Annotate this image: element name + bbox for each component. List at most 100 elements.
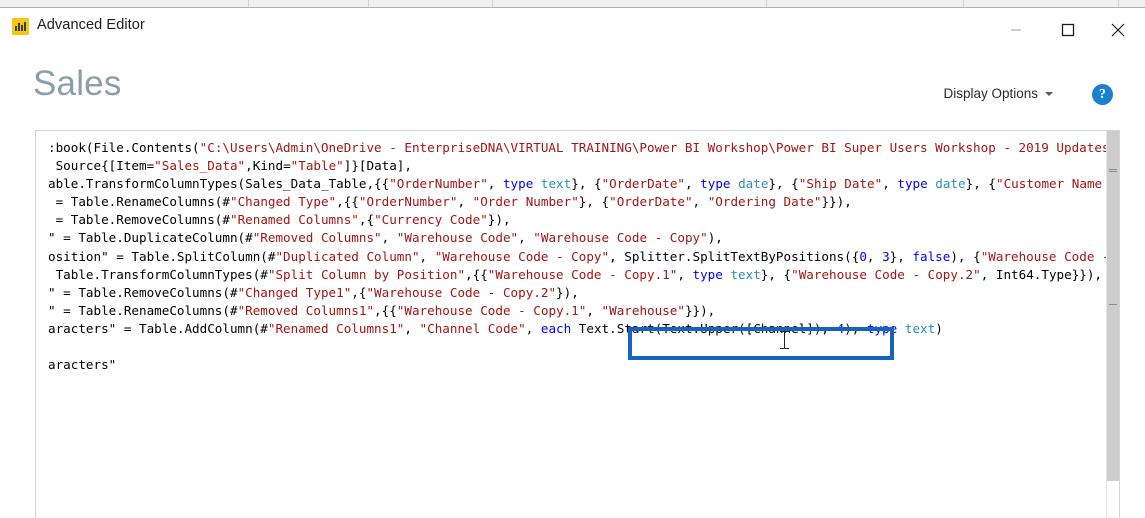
window-title: Advanced Editor (37, 17, 145, 33)
code-token: "Warehouse Code - Copy.1" (487, 266, 678, 282)
code-token: "OrderDate" (601, 176, 685, 192)
code-token: }), (487, 212, 511, 228)
code-token: each (540, 320, 572, 336)
code-token: aracters" = Table.AddColumn(# (48, 320, 268, 336)
code-token: = Table.RenameColumns(# (48, 194, 230, 210)
code-token: "OrderNumber" (389, 176, 488, 192)
code-line: Source{[Item="Sales_Data",Kind="Table"]}… (48, 157, 1108, 175)
code-token: text (904, 320, 936, 336)
code-token: date (738, 176, 769, 192)
maximize-icon (1061, 23, 1075, 37)
code-token: type (866, 320, 898, 336)
code-line: able.TransformColumnTypes(Sales_Data_Tab… (48, 175, 1108, 193)
code-token: ), { (950, 248, 981, 264)
close-button[interactable] (1095, 16, 1141, 44)
code-token: }, { (578, 194, 610, 210)
code-editor[interactable]: :book(File.Contents("C:\Users\Admin\OneD… (35, 130, 1120, 518)
m-query-code[interactable]: :book(File.Contents("C:\Users\Admin\OneD… (48, 139, 1108, 374)
minimize-icon (1011, 29, 1021, 31)
code-token: , (525, 320, 541, 336)
code-token: "Ship Date" (798, 176, 883, 192)
code-token: , (381, 230, 397, 246)
code-token: " = Table.DuplicateColumn(# (48, 230, 253, 246)
code-token: ,Kind= (245, 158, 291, 174)
code-line: Table.TransformColumnTypes(#"Split Colum… (48, 266, 1108, 284)
code-token: = Table.RemoveColumns(# (48, 212, 230, 228)
code-line: osition" = Table.SplitColumn(#"Duplicate… (48, 248, 1108, 266)
code-token: , (866, 248, 883, 264)
code-token: }, { (571, 176, 602, 192)
code-token: "Removed Columns1" (237, 302, 375, 318)
code-token: text (730, 266, 761, 282)
code-token: , (518, 230, 534, 246)
code-line: aracters" (48, 356, 1108, 374)
code-token: Text.Start(Text.Upper([Channel]), (571, 320, 837, 336)
code-token: osition" = Table.SplitColumn(# (48, 248, 276, 264)
code-token: ,{ (358, 212, 375, 228)
code-token: ) (935, 320, 943, 336)
code-token: }), (556, 284, 579, 300)
code-token: "Warehouse Code" (396, 230, 519, 246)
display-options-dropdown[interactable]: Display Options (943, 86, 1053, 101)
code-token: , Splitter.SplitTextByPositions({ (609, 248, 860, 264)
code-token: "Table" (290, 158, 344, 174)
code-token: ,{ (351, 284, 367, 300)
code-token: "OrderNumber" (358, 194, 458, 210)
code-token: "OrderDate" (609, 194, 693, 210)
code-line: = Table.RenameColumns(#"Changed Type",{{… (48, 193, 1108, 211)
minimize-button[interactable] (993, 16, 1039, 44)
close-icon (1111, 23, 1125, 37)
code-token: "Warehouse Code - Copy.1" (396, 302, 587, 318)
code-token: 3 (882, 248, 890, 264)
code-token: 0 (859, 248, 867, 264)
code-token: "Currency Code" (374, 212, 488, 228)
background-window-strip (0, 0, 1145, 8)
code-token: }, { (965, 176, 996, 192)
code-token: "Split Column by Position" (267, 266, 466, 282)
code-token: }, { (760, 266, 792, 282)
code-token: "Warehouse Code - Copy" (434, 248, 610, 264)
display-options-label: Display Options (943, 86, 1038, 101)
code-token: type (692, 266, 723, 282)
code-token: , (487, 176, 503, 192)
code-token: }, (889, 248, 913, 264)
code-token: "Warehouse Code - Copy.2" (791, 266, 981, 282)
code-token: "Renamed Columns1" (267, 320, 405, 336)
code-token: }}), (684, 302, 716, 318)
code-token: ,{{ (336, 194, 359, 210)
code-token: , (882, 176, 898, 192)
code-token: ]}[Data], (343, 158, 412, 174)
code-token: "Warehouse Code - (980, 248, 1108, 264)
code-line: = Table.RemoveColumns(#"Renamed Columns"… (48, 211, 1108, 229)
code-token: , (586, 302, 602, 318)
scrollbar-thumb[interactable] (1107, 131, 1119, 481)
code-token: type (502, 176, 534, 192)
code-token: " = Table.RenameColumns(# (48, 302, 238, 318)
code-token: :book(File.Contents( (48, 140, 200, 155)
code-token: , (404, 320, 420, 336)
code-scroll-surface[interactable]: :book(File.Contents("C:\Users\Admin\OneD… (36, 131, 1108, 518)
code-token: false (912, 248, 951, 264)
code-token: , Int64.Type}}), (980, 266, 1103, 282)
code-line: aracters" = Table.AddColumn(#"Renamed Co… (48, 320, 1108, 338)
code-line: :book(File.Contents("C:\Users\Admin\OneD… (48, 139, 1108, 157)
help-icon[interactable]: ? (1092, 84, 1113, 105)
code-token: "C:\Users\Admin\OneDrive - EnterpriseDNA… (199, 140, 1108, 155)
code-token: "Removed Columns" (252, 230, 382, 246)
code-token: type (700, 176, 731, 192)
code-token: able.TransformColumnTypes(Sales_Data_Tab… (48, 176, 390, 192)
maximize-button[interactable] (1045, 16, 1091, 44)
power-bi-icon (12, 18, 29, 35)
code-token: , (419, 248, 435, 264)
chevron-down-icon (1045, 92, 1053, 96)
vertical-scrollbar[interactable] (1106, 131, 1119, 518)
code-token: ,{{ (465, 266, 488, 282)
page-title: Sales (33, 64, 122, 103)
code-token: aracters" (48, 357, 117, 373)
code-token: }, { (768, 176, 799, 192)
code-token: date (935, 176, 966, 192)
